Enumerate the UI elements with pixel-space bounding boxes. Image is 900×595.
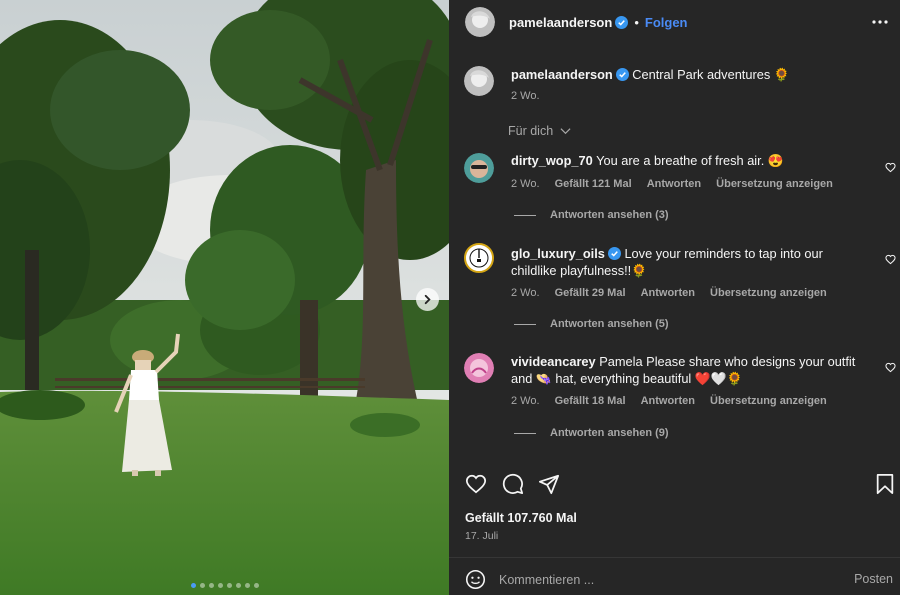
carousel-dot	[244, 583, 250, 588]
verified-badge-icon	[607, 247, 621, 260]
post-action-bar	[449, 471, 900, 497]
avatar[interactable]	[464, 66, 494, 96]
emoji-icon[interactable]	[465, 569, 486, 590]
translate-button[interactable]: Übersetzung anzeigen	[710, 395, 827, 407]
post-details-panel: pamelaanderson • Folgen pamelaanderson Cen…	[449, 0, 900, 595]
carousel-dot	[190, 583, 196, 588]
translate-button[interactable]: Übersetzung anzeigen	[716, 178, 833, 190]
post-photo	[0, 0, 449, 595]
caption-time: 2 Wo.	[511, 90, 540, 102]
reply-button[interactable]: Antworten	[647, 178, 701, 190]
follow-button[interactable]: Folgen	[645, 15, 688, 30]
reply-button[interactable]: Antworten	[641, 395, 695, 407]
comment-likes-count[interactable]: Gefällt 18 Mal	[555, 395, 626, 407]
post-comment-button[interactable]: Posten	[854, 572, 893, 586]
post-header: pamelaanderson • Folgen	[449, 0, 900, 44]
post-media[interactable]	[0, 0, 449, 595]
comment-like-heart-icon[interactable]	[885, 162, 896, 173]
carousel-dot	[199, 583, 205, 588]
comment-filter-label: Für dich	[508, 124, 554, 138]
verified-badge-icon	[615, 16, 629, 29]
comment-time: 2 Wo.	[511, 178, 540, 190]
comment-likes-count[interactable]: Gefällt 121 Mal	[555, 178, 632, 190]
comment-text: You are a breathe of fresh air. 😍	[596, 153, 784, 168]
carousel-dot	[208, 583, 214, 588]
comment-time: 2 Wo.	[511, 395, 540, 407]
share-icon[interactable]	[538, 473, 560, 495]
divider	[449, 557, 900, 558]
translate-button[interactable]: Übersetzung anzeigen	[710, 287, 827, 299]
post-date[interactable]: 17. Juli	[465, 530, 498, 542]
more-icon[interactable]	[870, 12, 890, 32]
caption-text: Central Park adventures 🌻	[632, 67, 790, 82]
verified-badge-icon	[615, 68, 629, 81]
carousel-dot	[253, 583, 259, 588]
avatar[interactable]	[464, 153, 494, 183]
chevron-right-icon	[424, 294, 431, 305]
avatar[interactable]	[464, 243, 494, 273]
comment-likes-count[interactable]: Gefällt 29 Mal	[555, 287, 626, 299]
comment-time: 2 Wo.	[511, 287, 540, 299]
chevron-down-icon	[560, 128, 571, 135]
comment-username[interactable]: dirty_wop_70	[511, 153, 593, 168]
carousel-dot	[217, 583, 223, 588]
reply-button[interactable]: Antworten	[641, 287, 695, 299]
caption-username[interactable]: pamelaanderson	[511, 67, 613, 82]
view-replies-button[interactable]: Antworten ansehen (3)	[514, 209, 669, 221]
avatar[interactable]	[464, 353, 494, 383]
view-replies-button[interactable]: Antworten ansehen (5)	[514, 318, 669, 330]
post-author-username[interactable]: pamelaanderson	[509, 15, 612, 30]
view-replies-button[interactable]: Antworten ansehen (9)	[514, 427, 669, 439]
comment-input[interactable]	[499, 569, 829, 591]
comment-like-heart-icon[interactable]	[885, 362, 896, 373]
comment-username[interactable]: glo_luxury_oils	[511, 246, 605, 261]
heart-icon[interactable]	[465, 473, 487, 495]
carousel-dot	[235, 583, 241, 588]
comment-like-heart-icon[interactable]	[885, 254, 896, 265]
carousel-dot	[226, 583, 232, 588]
carousel-indicator	[0, 583, 449, 588]
avatar[interactable]	[465, 7, 495, 37]
separator-dot: •	[634, 15, 639, 30]
post-likes-count[interactable]: Gefällt 107.760 Mal	[465, 511, 577, 525]
comment-username[interactable]: vivideancarey	[511, 354, 596, 369]
comment-icon[interactable]	[502, 473, 524, 495]
bookmark-icon[interactable]	[874, 473, 896, 495]
comment-filter-dropdown[interactable]: Für dich	[508, 124, 571, 138]
carousel-next-button[interactable]	[416, 288, 439, 311]
